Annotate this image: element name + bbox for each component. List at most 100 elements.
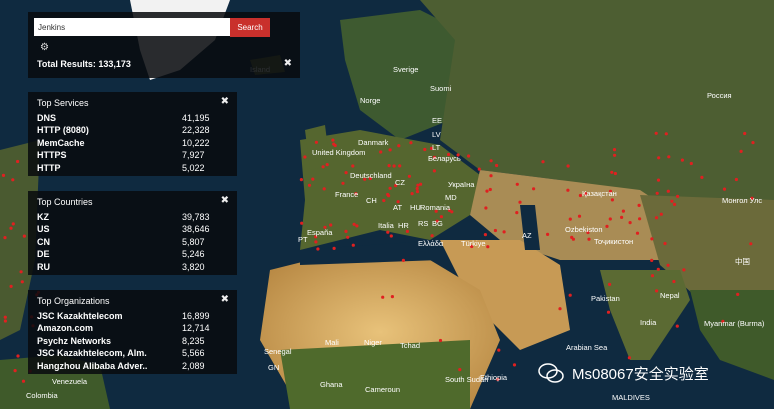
host-marker[interactable]: [613, 171, 618, 176]
host-marker[interactable]: [587, 237, 591, 241]
host-marker[interactable]: [407, 174, 411, 178]
close-icon[interactable]: ✖: [221, 195, 229, 206]
facet-row[interactable]: Amazon.com 12,714: [37, 322, 222, 334]
host-marker[interactable]: [410, 192, 414, 196]
host-marker[interactable]: [613, 153, 617, 157]
host-marker[interactable]: [423, 147, 427, 152]
host-marker[interactable]: [621, 209, 626, 213]
host-marker[interactable]: [654, 131, 658, 135]
host-marker[interactable]: [655, 191, 659, 195]
host-marker[interactable]: [734, 177, 739, 182]
host-marker[interactable]: [299, 178, 303, 182]
host-marker[interactable]: [495, 163, 499, 168]
host-marker[interactable]: [398, 164, 402, 168]
host-marker[interactable]: [558, 307, 562, 311]
host-marker[interactable]: [381, 295, 385, 299]
host-marker[interactable]: [1, 173, 6, 177]
host-marker[interactable]: [314, 240, 318, 244]
host-marker[interactable]: [566, 164, 570, 168]
host-marker[interactable]: [664, 132, 668, 136]
facet-row[interactable]: Psychz Networks 8,235: [37, 335, 222, 347]
host-marker[interactable]: [430, 234, 434, 238]
host-marker[interactable]: [329, 223, 333, 227]
host-marker[interactable]: [388, 148, 392, 152]
host-marker[interactable]: [311, 177, 315, 181]
host-marker[interactable]: [546, 232, 550, 236]
host-marker[interactable]: [497, 348, 501, 352]
host-marker[interactable]: [670, 199, 674, 203]
host-marker[interactable]: [439, 215, 443, 219]
facet-row[interactable]: JSC Kazakhtelecom 16,899: [37, 310, 222, 322]
host-marker[interactable]: [331, 138, 335, 142]
host-marker[interactable]: [389, 234, 393, 238]
host-marker[interactable]: [325, 163, 329, 167]
host-marker[interactable]: [739, 149, 743, 153]
facet-row[interactable]: HTTP 5,022: [37, 162, 222, 174]
host-marker[interactable]: [605, 224, 609, 228]
host-marker[interactable]: [3, 319, 7, 323]
host-marker[interactable]: [351, 164, 355, 168]
search-input[interactable]: [34, 18, 232, 36]
host-marker[interactable]: [11, 178, 15, 182]
host-marker[interactable]: [532, 187, 536, 191]
host-marker[interactable]: [467, 154, 471, 158]
host-marker[interactable]: [637, 203, 641, 207]
host-marker[interactable]: [682, 268, 686, 272]
host-marker[interactable]: [11, 222, 15, 226]
host-marker[interactable]: [666, 189, 670, 193]
host-marker[interactable]: [415, 186, 419, 191]
host-marker[interactable]: [3, 236, 7, 240]
host-marker[interactable]: [409, 141, 413, 145]
host-marker[interactable]: [382, 198, 386, 203]
host-marker[interactable]: [351, 243, 355, 247]
host-marker[interactable]: [650, 237, 654, 241]
host-marker[interactable]: [493, 228, 497, 233]
host-marker[interactable]: [458, 368, 462, 372]
host-marker[interactable]: [650, 274, 655, 278]
facet-row[interactable]: US 38,646: [37, 223, 222, 235]
facet-row[interactable]: HTTPS 7,927: [37, 149, 222, 161]
facet-row[interactable]: DE 5,246: [37, 248, 222, 260]
host-marker[interactable]: [432, 169, 436, 173]
host-marker[interactable]: [689, 161, 693, 166]
host-marker[interactable]: [9, 226, 13, 230]
search-button[interactable]: Search: [230, 18, 270, 37]
host-marker[interactable]: [515, 211, 519, 215]
facet-row[interactable]: JSC Kazakhtelecom, Alm... 5,566: [37, 347, 222, 359]
host-marker[interactable]: [566, 188, 570, 192]
host-marker[interactable]: [321, 165, 325, 169]
host-marker[interactable]: [20, 280, 24, 284]
close-icon[interactable]: ✖: [284, 58, 292, 69]
host-marker[interactable]: [483, 233, 487, 237]
host-marker[interactable]: [307, 183, 312, 187]
host-marker[interactable]: [612, 148, 617, 152]
host-marker[interactable]: [568, 217, 572, 221]
host-marker[interactable]: [352, 222, 356, 226]
host-marker[interactable]: [638, 217, 642, 221]
host-marker[interactable]: [300, 221, 304, 225]
facet-row[interactable]: RU 3,820: [37, 261, 222, 273]
host-marker[interactable]: [486, 245, 490, 249]
facet-row[interactable]: HTTP (8080) 22,328: [37, 124, 222, 136]
facet-row[interactable]: CN 5,807: [37, 236, 222, 248]
host-marker[interactable]: [736, 292, 740, 296]
host-marker[interactable]: [346, 235, 350, 239]
facet-row[interactable]: DNS 41,195: [37, 112, 222, 124]
host-marker[interactable]: [627, 356, 632, 360]
host-marker[interactable]: [610, 198, 615, 202]
host-marker[interactable]: [608, 282, 612, 286]
host-marker[interactable]: [390, 295, 394, 299]
facet-row[interactable]: Hangzhou Alibaba Adver... 2,089: [37, 360, 222, 372]
host-marker[interactable]: [19, 270, 23, 274]
host-marker[interactable]: [606, 310, 611, 314]
host-marker[interactable]: [13, 369, 17, 373]
close-icon[interactable]: ✖: [221, 294, 229, 305]
host-marker[interactable]: [676, 194, 680, 198]
host-marker[interactable]: [341, 181, 345, 185]
host-marker[interactable]: [484, 206, 488, 210]
close-icon[interactable]: ✖: [221, 96, 229, 107]
host-marker[interactable]: [672, 202, 677, 206]
host-marker[interactable]: [322, 187, 326, 191]
host-marker[interactable]: [541, 160, 545, 164]
host-marker[interactable]: [332, 142, 336, 146]
